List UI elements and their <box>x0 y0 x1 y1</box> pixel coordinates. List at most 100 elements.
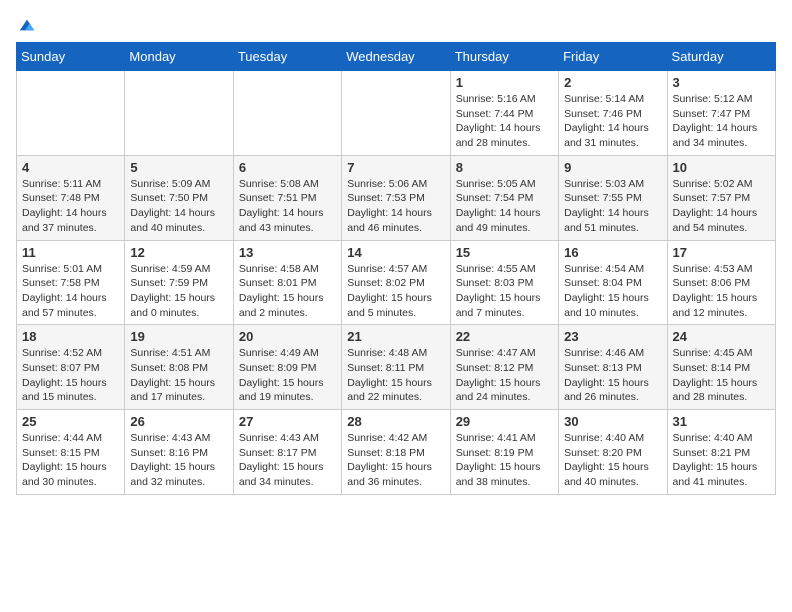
day-info: Sunrise: 4:49 AMSunset: 8:09 PMDaylight:… <box>239 346 336 405</box>
day-info: Sunrise: 5:05 AMSunset: 7:54 PMDaylight:… <box>456 177 553 236</box>
day-info: Sunrise: 4:59 AMSunset: 7:59 PMDaylight:… <box>130 262 227 321</box>
logo-icon <box>18 16 36 34</box>
calendar-cell: 9Sunrise: 5:03 AMSunset: 7:55 PMDaylight… <box>559 155 667 240</box>
day-number: 14 <box>347 245 444 260</box>
calendar-cell: 21Sunrise: 4:48 AMSunset: 8:11 PMDayligh… <box>342 325 450 410</box>
day-number: 19 <box>130 329 227 344</box>
day-number: 4 <box>22 160 119 175</box>
day-number: 12 <box>130 245 227 260</box>
day-info: Sunrise: 4:42 AMSunset: 8:18 PMDaylight:… <box>347 431 444 490</box>
day-number: 24 <box>673 329 770 344</box>
day-number: 29 <box>456 414 553 429</box>
day-info: Sunrise: 5:02 AMSunset: 7:57 PMDaylight:… <box>673 177 770 236</box>
logo <box>16 16 36 34</box>
day-info: Sunrise: 5:09 AMSunset: 7:50 PMDaylight:… <box>130 177 227 236</box>
day-number: 31 <box>673 414 770 429</box>
day-info: Sunrise: 4:45 AMSunset: 8:14 PMDaylight:… <box>673 346 770 405</box>
calendar-header-wednesday: Wednesday <box>342 43 450 71</box>
day-number: 27 <box>239 414 336 429</box>
day-number: 26 <box>130 414 227 429</box>
calendar-cell: 1Sunrise: 5:16 AMSunset: 7:44 PMDaylight… <box>450 71 558 156</box>
calendar-cell: 28 Sunrise: 4:42 AMSunset: 8:18 PMDayligh… <box>342 410 450 495</box>
calendar-cell: 24 Sunrise: 4:45 AMSunset: 8:14 PMDayligh… <box>667 325 775 410</box>
calendar-cell: 20Sunrise: 4:49 AMSunset: 8:09 PMDayligh… <box>233 325 341 410</box>
calendar-cell <box>342 71 450 156</box>
calendar-cell: 14 Sunrise: 4:57 AMSunset: 8:02 PMDayligh… <box>342 240 450 325</box>
calendar-header-monday: Monday <box>125 43 233 71</box>
day-info: Sunrise: 4:40 AMSunset: 8:20 PMDaylight:… <box>564 431 661 490</box>
calendar-cell: 25 Sunrise: 4:44 AMSunset: 8:15 PMDayligh… <box>17 410 125 495</box>
calendar-header-saturday: Saturday <box>667 43 775 71</box>
day-info: Sunrise: 5:03 AMSunset: 7:55 PMDaylight:… <box>564 177 661 236</box>
day-number: 25 <box>22 414 119 429</box>
page-header <box>16 16 776 34</box>
day-number: 22 <box>456 329 553 344</box>
day-info: Sunrise: 4:52 AMSunset: 8:07 PMDaylight:… <box>22 346 119 405</box>
calendar-header-sunday: Sunday <box>17 43 125 71</box>
day-number: 7 <box>347 160 444 175</box>
day-number: 21 <box>347 329 444 344</box>
day-info: Sunrise: 4:40 AMSunset: 8:21 PMDaylight:… <box>673 431 770 490</box>
day-info: Sunrise: 4:41 AMSunset: 8:19 PMDaylight:… <box>456 431 553 490</box>
day-info: Sunrise: 5:06 AMSunset: 7:53 PMDaylight:… <box>347 177 444 236</box>
calendar-cell: 27 Sunrise: 4:43 AMSunset: 8:17 PMDayligh… <box>233 410 341 495</box>
day-info: Sunrise: 5:11 AMSunset: 7:48 PMDaylight:… <box>22 177 119 236</box>
day-number: 16 <box>564 245 661 260</box>
day-info: Sunrise: 4:43 AMSunset: 8:17 PMDaylight:… <box>239 431 336 490</box>
day-number: 6 <box>239 160 336 175</box>
calendar-cell: 3 Sunrise: 5:12 AMSunset: 7:47 PMDaylight… <box>667 71 775 156</box>
calendar-cell: 13 Sunrise: 4:58 AMSunset: 8:01 PMDayligh… <box>233 240 341 325</box>
calendar-cell: 31 Sunrise: 4:40 AMSunset: 8:21 PMDayligh… <box>667 410 775 495</box>
calendar-cell: 30 Sunrise: 4:40 AMSunset: 8:20 PMDayligh… <box>559 410 667 495</box>
calendar-cell: 6 Sunrise: 5:08 AMSunset: 7:51 PMDaylight… <box>233 155 341 240</box>
day-info: Sunrise: 5:14 AMSunset: 7:46 PMDaylight:… <box>564 92 661 151</box>
day-info: Sunrise: 5:12 AMSunset: 7:47 PMDaylight:… <box>673 92 770 151</box>
day-info: Sunrise: 4:53 AMSunset: 8:06 PMDaylight:… <box>673 262 770 321</box>
calendar-cell: 12 Sunrise: 4:59 AMSunset: 7:59 PMDayligh… <box>125 240 233 325</box>
day-number: 17 <box>673 245 770 260</box>
calendar-cell: 29 Sunrise: 4:41 AMSunset: 8:19 PMDayligh… <box>450 410 558 495</box>
calendar-cell: 22 Sunrise: 4:47 AMSunset: 8:12 PMDayligh… <box>450 325 558 410</box>
calendar-header-tuesday: Tuesday <box>233 43 341 71</box>
calendar-cell: 11 Sunrise: 5:01 AMSunset: 7:58 PMDayligh… <box>17 240 125 325</box>
calendar-header-row: SundayMondayTuesdayWednesdayThursdayFrid… <box>17 43 776 71</box>
calendar-week-row: 4 Sunrise: 5:11 AMSunset: 7:48 PMDaylight… <box>17 155 776 240</box>
day-number: 2 <box>564 75 661 90</box>
day-info: Sunrise: 4:57 AMSunset: 8:02 PMDaylight:… <box>347 262 444 321</box>
day-info: Sunrise: 5:01 AMSunset: 7:58 PMDaylight:… <box>22 262 119 321</box>
day-info: Sunrise: 4:55 AMSunset: 8:03 PMDaylight:… <box>456 262 553 321</box>
calendar-cell: 19 Sunrise: 4:51 AMSunset: 8:08 PMDayligh… <box>125 325 233 410</box>
calendar-cell: 15 Sunrise: 4:55 AMSunset: 8:03 PMDayligh… <box>450 240 558 325</box>
calendar-cell <box>17 71 125 156</box>
calendar-week-row: 25 Sunrise: 4:44 AMSunset: 8:15 PMDayligh… <box>17 410 776 495</box>
calendar-table: SundayMondayTuesdayWednesdayThursdayFrid… <box>16 42 776 495</box>
day-number: 3 <box>673 75 770 90</box>
calendar-header-thursday: Thursday <box>450 43 558 71</box>
calendar-cell: 17 Sunrise: 4:53 AMSunset: 8:06 PMDayligh… <box>667 240 775 325</box>
day-info: Sunrise: 4:44 AMSunset: 8:15 PMDaylight:… <box>22 431 119 490</box>
day-number: 5 <box>130 160 227 175</box>
day-info: Sunrise: 4:47 AMSunset: 8:12 PMDaylight:… <box>456 346 553 405</box>
day-number: 28 <box>347 414 444 429</box>
calendar-header-friday: Friday <box>559 43 667 71</box>
day-info: Sunrise: 5:16 AMSunset: 7:44 PMDaylight:… <box>456 92 553 151</box>
calendar-week-row: 11 Sunrise: 5:01 AMSunset: 7:58 PMDayligh… <box>17 240 776 325</box>
day-number: 23 <box>564 329 661 344</box>
calendar-cell: 2 Sunrise: 5:14 AMSunset: 7:46 PMDaylight… <box>559 71 667 156</box>
calendar-cell <box>233 71 341 156</box>
day-info: Sunrise: 4:51 AMSunset: 8:08 PMDaylight:… <box>130 346 227 405</box>
day-number: 18 <box>22 329 119 344</box>
day-info: Sunrise: 4:58 AMSunset: 8:01 PMDaylight:… <box>239 262 336 321</box>
calendar-cell: 10Sunrise: 5:02 AMSunset: 7:57 PMDayligh… <box>667 155 775 240</box>
calendar-cell: 4 Sunrise: 5:11 AMSunset: 7:48 PMDaylight… <box>17 155 125 240</box>
day-number: 15 <box>456 245 553 260</box>
calendar-cell: 5 Sunrise: 5:09 AMSunset: 7:50 PMDaylight… <box>125 155 233 240</box>
day-info: Sunrise: 5:08 AMSunset: 7:51 PMDaylight:… <box>239 177 336 236</box>
calendar-week-row: 1Sunrise: 5:16 AMSunset: 7:44 PMDaylight… <box>17 71 776 156</box>
calendar-cell <box>125 71 233 156</box>
day-number: 11 <box>22 245 119 260</box>
calendar-cell: 18 Sunrise: 4:52 AMSunset: 8:07 PMDayligh… <box>17 325 125 410</box>
day-number: 8 <box>456 160 553 175</box>
day-number: 30 <box>564 414 661 429</box>
day-number: 13 <box>239 245 336 260</box>
